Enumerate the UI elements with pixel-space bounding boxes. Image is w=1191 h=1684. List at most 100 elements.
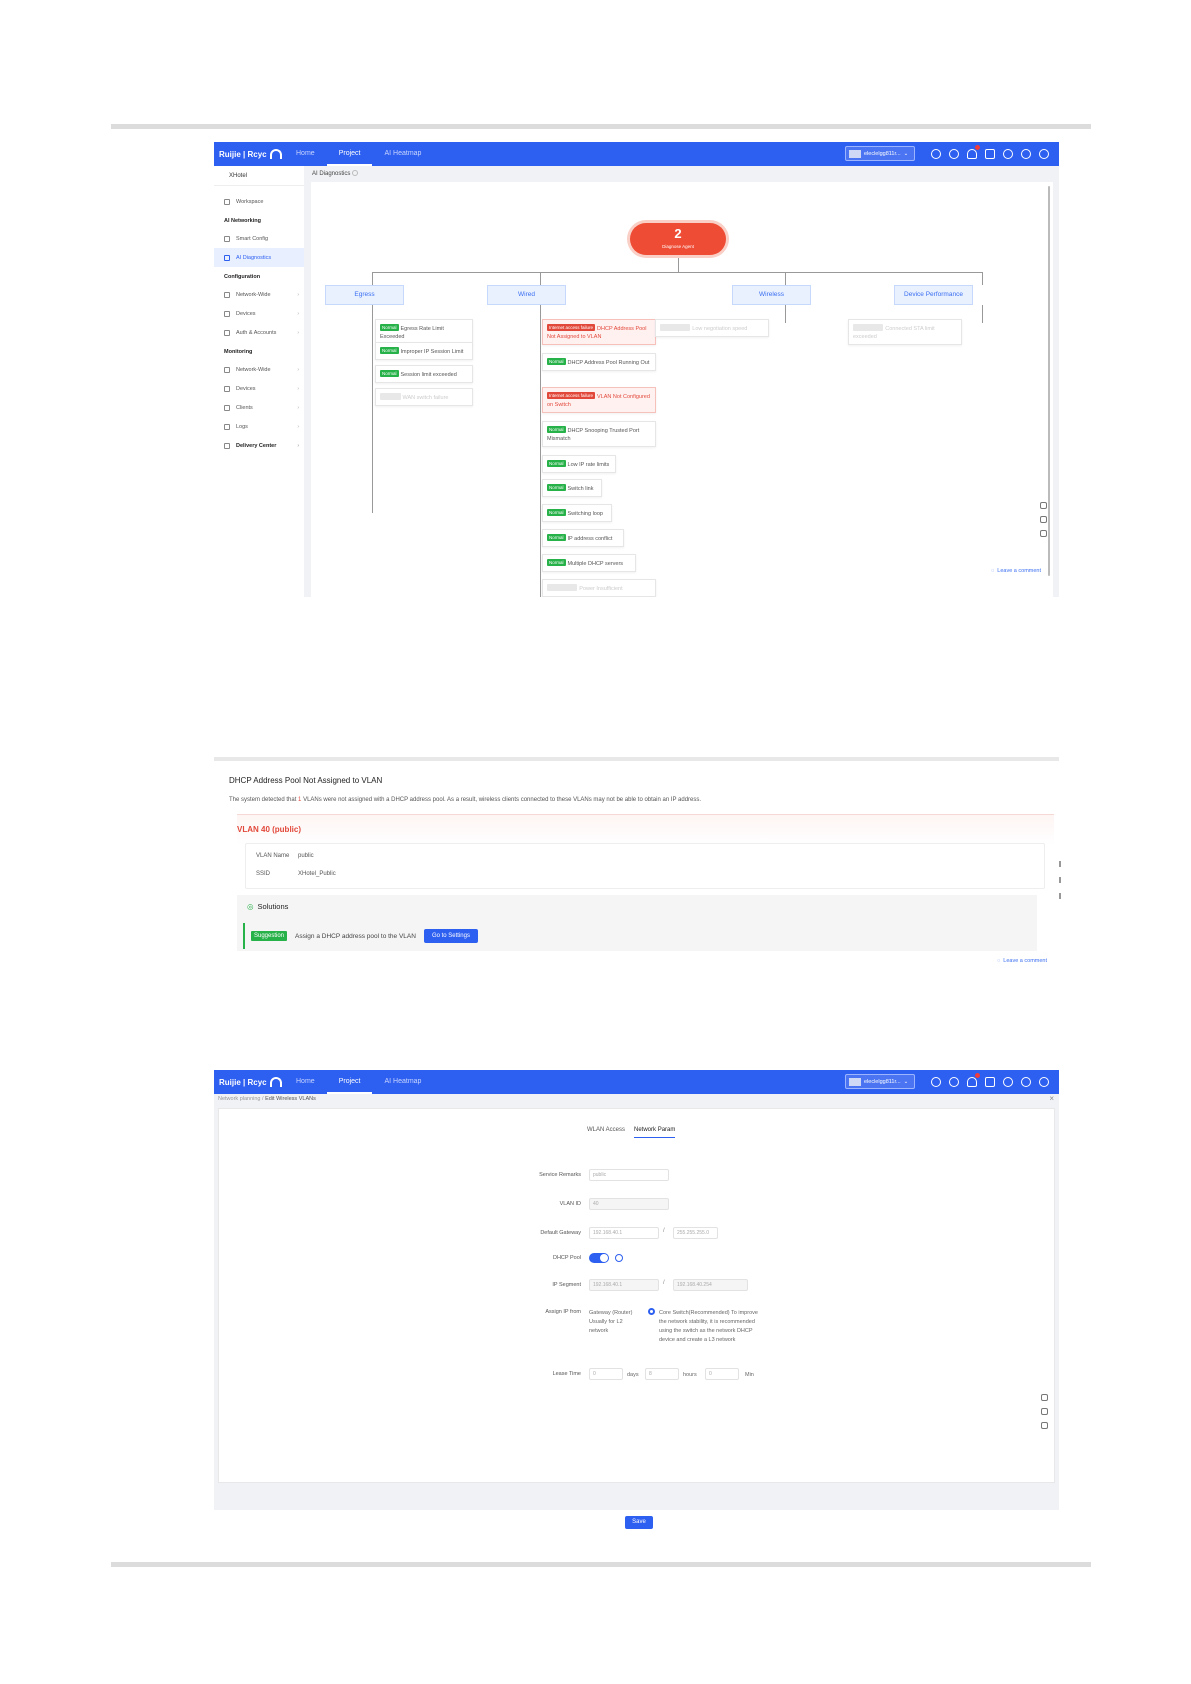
help-icon[interactable] xyxy=(352,170,359,177)
radio-gateway-option[interactable]: Gateway (Router) Usually for L2 network xyxy=(589,1309,641,1336)
shield-icon xyxy=(224,329,230,336)
sidebar-item-network-wide[interactable]: Network-Wide › xyxy=(214,285,304,304)
diag-item-dhcp-pool-running-out[interactable]: Normal DHCP Address Pool Running Out xyxy=(542,353,656,371)
floating-tools xyxy=(1040,502,1047,537)
document-icon[interactable] xyxy=(1041,1422,1048,1429)
project-selector[interactable]: eleclelgg811r... ⌄ xyxy=(845,146,915,161)
category-wireless[interactable]: Wireless xyxy=(732,285,811,305)
leave-comment-link[interactable]: Leave a comment xyxy=(997,958,1047,964)
nav-ai-heatmap[interactable]: AI Heatmap xyxy=(372,142,433,166)
ai-diagnostics-screen: Ruijie | Rcyc Home Project AI Heatmap el… xyxy=(214,142,1059,597)
category-device-performance[interactable]: Device Performance xyxy=(894,285,973,305)
category-wired[interactable]: Wired xyxy=(487,285,566,305)
diag-item-low-negotiation[interactable]: Pending item Low negotiation speed xyxy=(655,319,769,337)
sidebar-item-clients[interactable]: Clients › xyxy=(214,398,304,417)
dhcp-pool-label: DHCP Pool xyxy=(552,1255,581,1261)
sidebar-section-configuration: Configuration xyxy=(224,274,261,280)
breadcrumb-parent[interactable]: Network planning xyxy=(218,1096,261,1102)
vertical-scrollbar[interactable] xyxy=(1048,186,1050,576)
tab-network-param[interactable]: Network Param xyxy=(634,1127,676,1138)
gateway-input[interactable]: 192.168.40.1 xyxy=(589,1227,659,1239)
lease-time-label: Lease Time xyxy=(552,1371,581,1377)
brand-logo: Ruijie | Rcyc xyxy=(214,149,284,159)
diag-item-ip-conflict[interactable]: Normal IP address conflict xyxy=(542,529,624,547)
info-icon[interactable] xyxy=(615,1254,623,1262)
go-to-settings-button[interactable]: Go to Settings xyxy=(423,929,478,943)
nav-project[interactable]: Project xyxy=(326,1070,373,1094)
notification-bell-icon[interactable] xyxy=(967,1073,980,1087)
smart-config-icon xyxy=(224,235,230,242)
vlan-result-card: VLAN 40 (public) VLAN Name public SSID XHo… xyxy=(237,814,1054,951)
diag-item-sta-limit[interactable]: Pending item Connected STA limit exceeded xyxy=(848,319,962,345)
sidebar-item-auth-accounts[interactable]: Auth & Accounts › xyxy=(214,323,304,342)
diag-item-low-ip-rate-limits[interactable]: Normal Low IP rate limits xyxy=(542,455,616,473)
diagnose-agent-badge[interactable]: 2 Diagnose Agent xyxy=(630,223,726,255)
nav-project[interactable]: Project xyxy=(326,142,373,166)
suggestion-row: Suggestion Assign a DHCP address pool to… xyxy=(243,923,478,949)
settings-icon[interactable] xyxy=(1021,1077,1031,1087)
dhcp-pool-toggle[interactable] xyxy=(589,1253,609,1263)
add-icon[interactable] xyxy=(931,1077,941,1087)
category-egress[interactable]: Egress xyxy=(325,285,404,305)
project-name[interactable]: XHotel xyxy=(214,166,304,186)
close-icon[interactable]: × xyxy=(1049,1094,1054,1103)
add-icon[interactable] xyxy=(931,149,941,159)
suggestion-tag: Suggestion xyxy=(251,931,288,941)
diag-item-session-limit[interactable]: Normal Session limit exceeded xyxy=(375,365,473,383)
leave-comment-link[interactable]: Leave a comment xyxy=(991,568,1041,574)
detail-title: DHCP Address Pool Not Assigned to VLAN xyxy=(229,776,383,785)
chat-icon[interactable] xyxy=(1040,502,1047,509)
diag-item-switch-link[interactable]: Normal Switch link xyxy=(542,479,602,497)
message-icon[interactable] xyxy=(985,149,995,159)
globe-icon[interactable] xyxy=(1003,1077,1013,1087)
sidebar-item-logs[interactable]: Logs › xyxy=(214,417,304,436)
ip-segment-label: IP Segment xyxy=(552,1282,581,1288)
headset-icon[interactable] xyxy=(1040,516,1047,523)
sidebar-item-network-wide-monitoring[interactable]: Network-Wide › xyxy=(214,360,304,379)
sidebar-item-ai-diagnostics[interactable]: AI Diagnostics xyxy=(214,248,304,267)
user-avatar-icon[interactable] xyxy=(1039,1077,1049,1087)
diagnosis-tree-canvas: 2 Diagnose Agent Egress Wired Wireless D… xyxy=(311,182,1053,597)
nav-ai-heatmap[interactable]: AI Heatmap xyxy=(372,1070,433,1094)
diag-item-multiple-dhcp[interactable]: Normal Multiple DHCP servers xyxy=(542,554,636,572)
diag-item-vlan-not-configured[interactable]: Internet access failure VLAN Not Configur… xyxy=(542,387,656,413)
breadcrumb: Network planning / Edit Wireless VLANs xyxy=(218,1096,316,1102)
diag-item-dhcp-pool-not-assigned[interactable]: Internet access failure DHCP Address Pool… xyxy=(542,319,656,345)
diagnostics-main: AI Diagnostics 2 Diagnose Agent Egress W… xyxy=(304,166,1059,597)
nav-home[interactable]: Home xyxy=(284,1070,327,1094)
tab-wlan-access[interactable]: WLAN Access xyxy=(587,1127,625,1138)
message-icon[interactable] xyxy=(985,1077,995,1087)
diag-item-wan-switch[interactable]: Pending WAN switch failure xyxy=(375,388,473,406)
clients-icon xyxy=(224,404,230,411)
lease-hours-input[interactable]: 8 xyxy=(645,1368,679,1380)
lease-min-input[interactable]: 0 xyxy=(705,1368,739,1380)
radio-core-switch-selected[interactable] xyxy=(648,1308,655,1315)
nav-home[interactable]: Home xyxy=(284,142,327,166)
globe-icon[interactable] xyxy=(1003,149,1013,159)
headset-icon[interactable] xyxy=(1041,1408,1048,1415)
document-icon[interactable] xyxy=(1040,530,1047,537)
notification-bell-icon[interactable] xyxy=(967,145,980,159)
search-icon[interactable] xyxy=(949,149,959,159)
diag-item-ip-session-limit[interactable]: Normal Improper IP Session Limit xyxy=(375,342,473,360)
sidebar-item-workspace[interactable]: Workspace xyxy=(214,192,304,211)
radio-core-switch-option[interactable]: Core Switch(Recommended) To improve the … xyxy=(659,1309,759,1345)
lease-days-input[interactable]: 0 xyxy=(589,1368,623,1380)
settings-icon[interactable] xyxy=(1021,149,1031,159)
service-remarks-input[interactable]: public xyxy=(589,1169,669,1181)
subnet-mask-input[interactable]: 255.255.255.0 xyxy=(673,1227,718,1239)
diag-item-power[interactable]: Pending item Power Insufficient xyxy=(542,579,656,597)
sidebar-item-devices[interactable]: Devices › xyxy=(214,304,304,323)
diag-item-dhcp-snooping[interactable]: Normal DHCP Snooping Trusted Port Mismatc… xyxy=(542,421,656,447)
save-button[interactable]: Save xyxy=(625,1516,653,1529)
search-icon[interactable] xyxy=(949,1077,959,1087)
sidebar-item-delivery-center[interactable]: Delivery Center › xyxy=(214,436,304,455)
suggestion-text: Assign a DHCP address pool to the VLAN xyxy=(295,932,416,940)
diag-item-switching-loop[interactable]: Normal Switching loop xyxy=(542,504,612,522)
network-icon xyxy=(224,291,230,298)
sidebar-item-devices-monitoring[interactable]: Devices › xyxy=(214,379,304,398)
user-avatar-icon[interactable] xyxy=(1039,149,1049,159)
chat-icon[interactable] xyxy=(1041,1394,1048,1401)
sidebar-item-smart-config[interactable]: Smart Config xyxy=(214,229,304,248)
project-selector[interactable]: eleclelgg811r... ⌄ xyxy=(845,1074,915,1089)
